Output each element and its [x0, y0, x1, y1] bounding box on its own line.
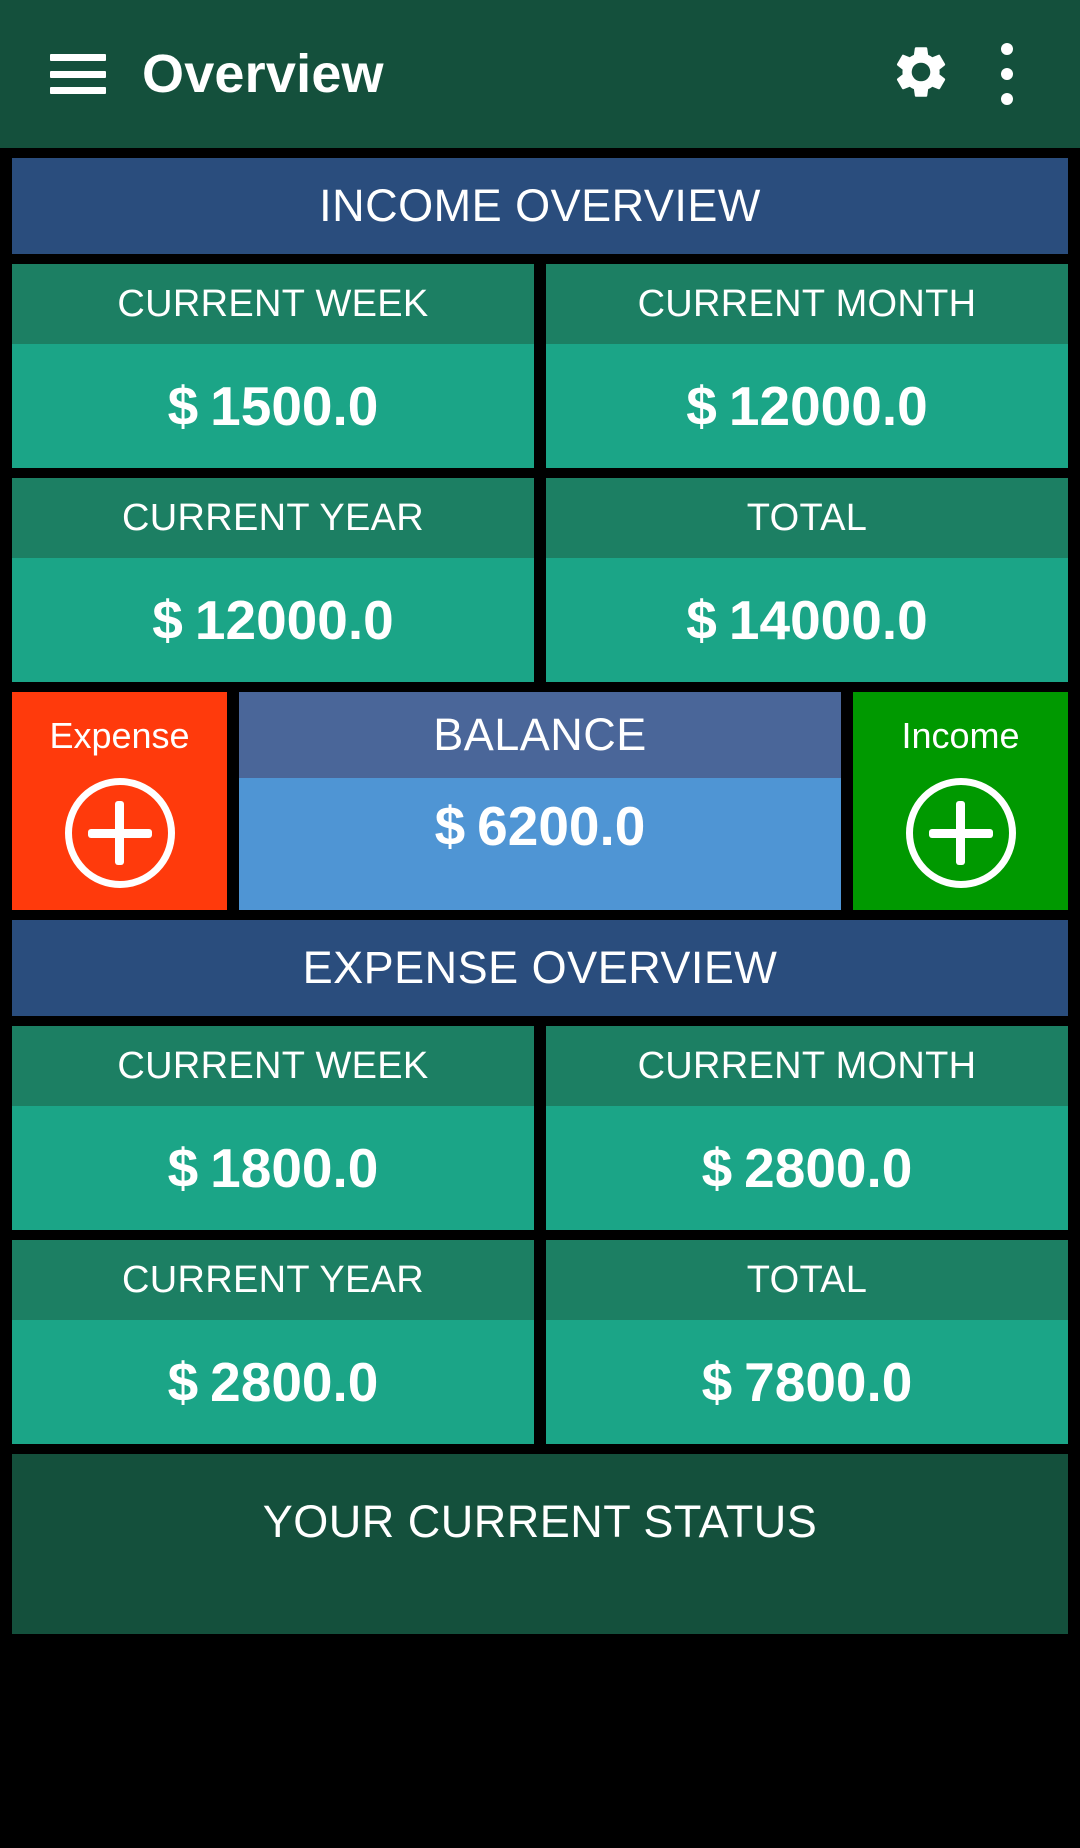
card-label: CURRENT MONTH	[546, 264, 1068, 344]
hamburger-bar	[50, 54, 106, 61]
expense-overview-banner: EXPENSE OVERVIEW	[12, 920, 1068, 1016]
income-card-total[interactable]: TOTAL $ 14000.0	[546, 478, 1068, 682]
currency-symbol: $	[686, 589, 717, 651]
expense-card-current-month[interactable]: CURRENT MONTH $ 2800.0	[546, 1026, 1068, 1230]
card-label: CURRENT WEEK	[12, 1026, 534, 1106]
expense-card-current-year[interactable]: CURRENT YEAR $ 2800.0	[12, 1240, 534, 1444]
balance-value: $ 6200.0	[239, 778, 841, 910]
amount: 12000.0	[194, 589, 394, 651]
hamburger-menu-icon[interactable]	[50, 54, 106, 94]
income-card-current-year[interactable]: CURRENT YEAR $ 12000.0	[12, 478, 534, 682]
kebab-dot	[1001, 43, 1013, 55]
card-label: CURRENT WEEK	[12, 264, 534, 344]
amount: 2800.0	[744, 1137, 913, 1199]
hamburger-bar	[50, 70, 106, 78]
currency-symbol: $	[167, 1351, 199, 1413]
income-card-current-month[interactable]: CURRENT MONTH $ 12000.0	[546, 264, 1068, 468]
income-overview-banner: INCOME OVERVIEW	[12, 158, 1068, 254]
current-status-title: YOUR CURRENT STATUS	[262, 1496, 818, 1547]
card-label: CURRENT YEAR	[12, 478, 534, 558]
app-bar-left: Overview	[30, 43, 878, 105]
card-value: $ 12000.0	[546, 344, 1068, 468]
card-value: $ 2800.0	[546, 1106, 1068, 1230]
app-bar-actions	[878, 31, 1050, 117]
amount: 7800.0	[744, 1351, 913, 1413]
currency-symbol: $	[152, 589, 183, 651]
balance-label: BALANCE	[239, 692, 841, 778]
currency-symbol: $	[701, 1137, 733, 1199]
card-value: $ 12000.0	[12, 558, 534, 682]
add-expense-button[interactable]: Expense	[12, 692, 227, 910]
add-income-button[interactable]: Income	[853, 692, 1068, 910]
kebab-menu-icon	[1001, 43, 1013, 105]
app-bar: Overview	[0, 0, 1080, 148]
income-card-current-week[interactable]: CURRENT WEEK $ 1500.0	[12, 264, 534, 468]
currency-symbol: $	[167, 375, 199, 437]
plus-circle-icon	[905, 778, 1016, 888]
card-label: TOTAL	[546, 478, 1068, 558]
action-balance-row: Expense BALANCE $ 6200.0 Income	[12, 692, 1068, 910]
card-value: $ 7800.0	[546, 1320, 1068, 1444]
income-row-2: CURRENT YEAR $ 12000.0 TOTAL $ 14000.0	[12, 478, 1068, 682]
current-status-panel: YOUR CURRENT STATUS	[12, 1454, 1068, 1634]
expense-row-1: CURRENT WEEK $ 1800.0 CURRENT MONTH $ 28…	[12, 1026, 1068, 1230]
amount: 6200.0	[477, 795, 646, 857]
balance-card[interactable]: BALANCE $ 6200.0	[239, 692, 841, 910]
card-value: $ 2800.0	[12, 1320, 534, 1444]
card-label: CURRENT MONTH	[546, 1026, 1068, 1106]
amount: 2800.0	[210, 1351, 379, 1413]
card-label: CURRENT YEAR	[12, 1240, 534, 1320]
amount: 12000.0	[728, 375, 928, 437]
expense-card-current-week[interactable]: CURRENT WEEK $ 1800.0	[12, 1026, 534, 1230]
add-income-label: Income	[901, 715, 1020, 756]
card-value: $ 14000.0	[546, 558, 1068, 682]
amount: 1800.0	[210, 1137, 379, 1199]
currency-symbol: $	[701, 1351, 733, 1413]
currency-symbol: $	[434, 795, 466, 857]
card-value: $ 1500.0	[12, 344, 534, 468]
currency-symbol: $	[686, 375, 717, 437]
amount: 14000.0	[728, 589, 928, 651]
amount: 1500.0	[210, 375, 379, 437]
income-row-1: CURRENT WEEK $ 1500.0 CURRENT MONTH $ 12…	[12, 264, 1068, 468]
page-title: Overview	[142, 44, 384, 104]
more-options-button[interactable]	[964, 31, 1050, 117]
expense-row-2: CURRENT YEAR $ 2800.0 TOTAL $ 7800.0	[12, 1240, 1068, 1444]
settings-button[interactable]	[878, 31, 964, 117]
expense-card-total[interactable]: TOTAL $ 7800.0	[546, 1240, 1068, 1444]
currency-symbol: $	[167, 1137, 199, 1199]
card-value: $ 1800.0	[12, 1106, 534, 1230]
overview-content: INCOME OVERVIEW CURRENT WEEK $ 1500.0 CU…	[0, 148, 1080, 1634]
gear-icon	[890, 41, 952, 108]
hamburger-bar	[50, 87, 106, 94]
plus-circle-icon	[64, 778, 175, 888]
kebab-dot	[1001, 93, 1013, 105]
add-expense-label: Expense	[49, 715, 190, 756]
kebab-dot	[1001, 68, 1013, 80]
card-label: TOTAL	[546, 1240, 1068, 1320]
